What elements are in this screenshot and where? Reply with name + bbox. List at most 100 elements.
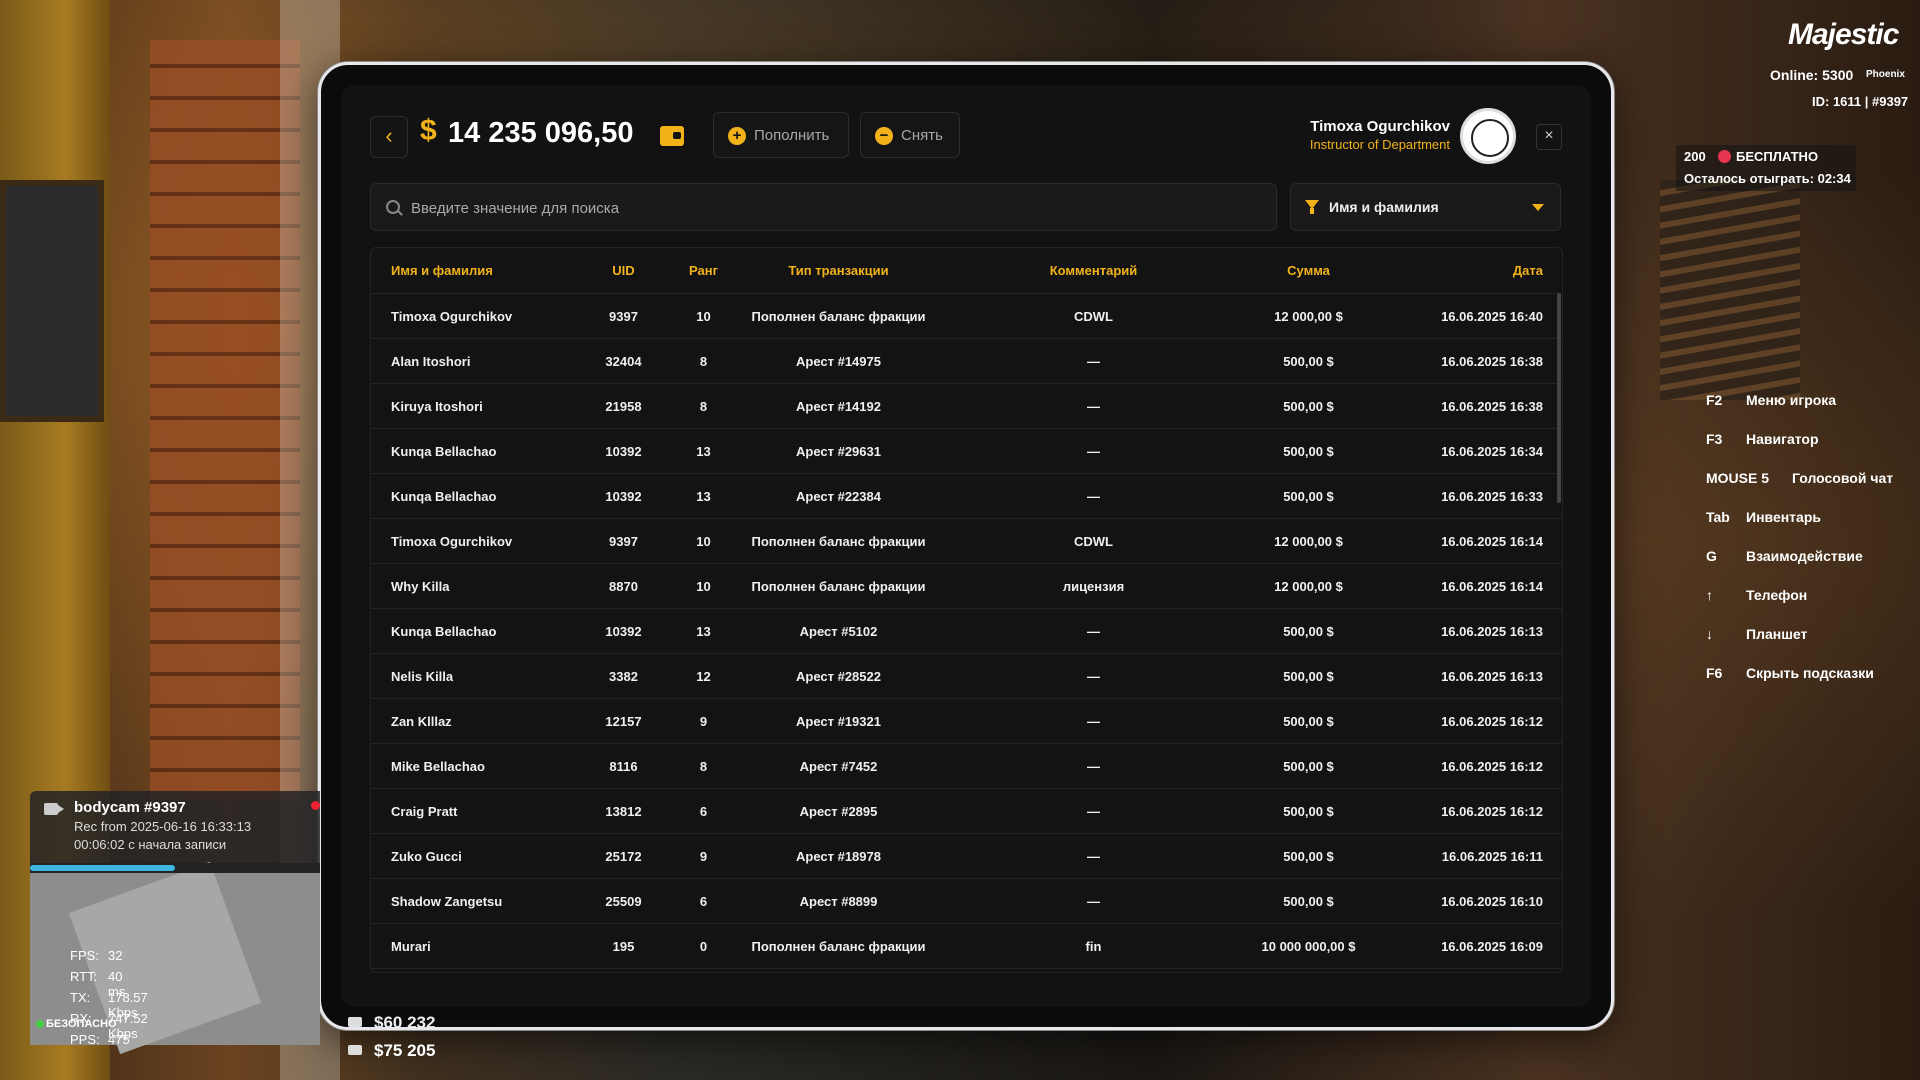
table-row[interactable]: Shadow Zangetsu 25509 6 Арест #8899 — 500,00 … xyxy=(371,879,1562,924)
header-sum[interactable]: Сумма xyxy=(1256,263,1361,278)
cell-sum: 500,00 $ xyxy=(1283,488,1334,504)
cell-sum: 500,00 $ xyxy=(1283,353,1334,369)
table-row[interactable]: Murari 195 0 Пополнен баланс фракции fin 10 0… xyxy=(371,924,1562,969)
table-scrollbar[interactable] xyxy=(1557,293,1561,503)
cell-name: Mike Bellachao xyxy=(391,758,485,774)
cell-type: Арест #7452 xyxy=(799,758,878,774)
cell-type: Пополнен баланс фракции xyxy=(751,578,926,594)
cash-icon xyxy=(348,1017,362,1027)
bank-screen: ‹ $ 14 235 096,50 + Пополнить − Снять Ti… xyxy=(341,85,1591,1007)
online-label: Online: xyxy=(1770,67,1819,83)
background-brick-column xyxy=(150,40,300,800)
table-row[interactable]: Timoxa Ogurchikov 9397 10 Пополнен баланс ф… xyxy=(371,294,1562,339)
withdraw-label: Снять xyxy=(901,127,943,144)
cell-date: 16.06.2025 16:40 xyxy=(1441,308,1543,324)
table-row[interactable]: Kunqa Bellachao 10392 13 Арест #29631 — 500,0… xyxy=(371,429,1562,474)
withdraw-button[interactable]: − Снять xyxy=(860,112,960,158)
keybind-hint: Tab Инвентарь xyxy=(1700,509,1910,548)
cell-uid: 8870 xyxy=(609,578,638,594)
filter-selected-value: Имя и фамилия xyxy=(1329,199,1439,215)
cell-rank: 6 xyxy=(699,893,708,909)
header-type[interactable]: Тип транзакции xyxy=(746,263,931,278)
search-input[interactable] xyxy=(409,184,1263,232)
cell-comment: — xyxy=(1087,758,1100,774)
header-date[interactable]: Дата xyxy=(1361,263,1561,278)
keybind-hints: F2 Меню игрока F3 Навигатор MOUSE 5 Голосовой… xyxy=(1700,392,1910,704)
cell-comment: — xyxy=(1087,623,1100,639)
keybind-hint: F3 Навигатор xyxy=(1700,431,1910,470)
cell-name: Kunqa Bellachao xyxy=(391,623,497,639)
cell-uid: 25509 xyxy=(605,893,642,909)
cell-type: Арест #28522 xyxy=(796,668,881,684)
cell-sum: 12 000,00 $ xyxy=(1274,578,1343,594)
cell-type: Арест #2895 xyxy=(799,803,878,819)
keybind-hint: G Взаимодействие xyxy=(1700,548,1910,587)
header-rank[interactable]: Ранг xyxy=(661,263,746,278)
header-uid[interactable]: UID xyxy=(586,263,661,278)
table-row[interactable]: Zan Klllaz 12157 9 Арест #19321 — 500,00 $ 16.… xyxy=(371,699,1562,744)
card-icon xyxy=(348,1045,362,1055)
bodycam-rec-start: Rec from 2025-06-16 16:33:13 xyxy=(74,819,252,834)
cell-name: Alan Itoshori xyxy=(391,353,471,369)
cell-sum: 500,00 $ xyxy=(1283,803,1334,819)
cell-rank: 6 xyxy=(699,803,708,819)
table-row[interactable]: Mike Bellachao 8116 8 Арест #7452 — 500,00 $ 1… xyxy=(371,744,1562,789)
search-icon xyxy=(386,200,400,214)
cell-date: 16.06.2025 16:38 xyxy=(1441,353,1543,369)
cell-uid: 12157 xyxy=(605,713,642,729)
cell-date: 16.06.2025 16:09 xyxy=(1441,938,1543,954)
cell-name: Why Killa xyxy=(391,578,450,594)
net-stat-key: TX: xyxy=(70,990,91,1005)
table-row[interactable]: Zuko Gucci 25172 9 Арест #18978 — 500,00 $ 16.… xyxy=(371,834,1562,879)
cell-comment: — xyxy=(1087,713,1100,729)
cell-name: Timoxa Ogurchikov xyxy=(391,308,513,324)
close-button[interactable]: × xyxy=(1536,124,1562,150)
table-row[interactable]: Why Killa 8870 10 Пополнен баланс фракции ли… xyxy=(371,564,1562,609)
cell-rank: 8 xyxy=(699,398,708,414)
table-row[interactable]: Kunqa Bellachao 10392 13 Арест #22384 — 500,0… xyxy=(371,474,1562,519)
keybind-key: MOUSE 5 xyxy=(1706,470,1770,486)
cell-date: 16.06.2025 16:13 xyxy=(1441,623,1543,639)
header-name[interactable]: Имя и фамилия xyxy=(371,263,586,278)
cell-rank: 8 xyxy=(699,353,708,369)
recording-dot-icon xyxy=(311,801,320,810)
cell-comment: CDWL xyxy=(1074,308,1113,324)
cell-sum: 12 000,00 $ xyxy=(1274,533,1343,549)
cell-name: Craig Pratt xyxy=(391,803,458,819)
table-row[interactable]: Alan Itoshori 32404 8 Арест #14975 — 500,00 $… xyxy=(371,339,1562,384)
cell-name: Shadow Zangetsu xyxy=(391,893,503,909)
promo-count: 200 xyxy=(1684,149,1706,164)
net-stat-value: 475 xyxy=(108,1032,130,1047)
table-header: Имя и фамилия UID Ранг Тип транзакции Ко… xyxy=(371,248,1562,294)
cell-sum: 500,00 $ xyxy=(1283,713,1334,729)
cell-date: 16.06.2025 16:10 xyxy=(1441,893,1543,909)
table-row[interactable]: Craig Pratt 13812 6 Арест #2895 — 500,00 $ 16.… xyxy=(371,789,1562,834)
keybind-label: Голосовой чат xyxy=(1792,470,1894,486)
keybind-hint: ↑ Телефон xyxy=(1700,587,1910,626)
plus-circle-icon: + xyxy=(728,127,746,145)
cell-comment: — xyxy=(1087,803,1100,819)
back-button[interactable]: ‹ xyxy=(370,116,408,158)
cell-uid: 10392 xyxy=(605,443,642,459)
table-row[interactable]: Nelis Killa 3382 12 Арест #28522 — 500,00 $ 16… xyxy=(371,654,1562,699)
net-stat-key: FPS: xyxy=(70,948,99,963)
cell-uid: 25172 xyxy=(605,848,642,864)
cell-rank: 8 xyxy=(699,758,708,774)
deposit-button[interactable]: + Пополнить xyxy=(713,112,849,158)
server-logo: Majestic xyxy=(1788,18,1899,51)
filter-select[interactable]: Имя и фамилия xyxy=(1290,183,1561,231)
table-row[interactable]: Timoxa Ogurchikov 9397 10 Пополнен баланс ф… xyxy=(371,519,1562,564)
cell-sum: 10 000 000,00 $ xyxy=(1261,938,1356,954)
cell-date: 16.06.2025 16:14 xyxy=(1441,578,1543,594)
keybind-key: F2 xyxy=(1706,392,1723,408)
cell-comment: лицензия xyxy=(1062,578,1125,594)
bank-value: $75 205 xyxy=(374,1041,436,1060)
table-row[interactable]: Kunqa Bellachao 10392 13 Арест #5102 — 500,00… xyxy=(371,609,1562,654)
cell-date: 16.06.2025 16:38 xyxy=(1441,398,1543,414)
cell-name: Nelis Killa xyxy=(391,668,454,684)
header-comment[interactable]: Комментарий xyxy=(931,263,1256,278)
cell-sum: 500,00 $ xyxy=(1283,758,1334,774)
table-body: Timoxa Ogurchikov 9397 10 Пополнен баланс ф… xyxy=(371,294,1562,969)
table-row[interactable]: Kiruya Itoshori 21958 8 Арест #14192 — 500,00… xyxy=(371,384,1562,429)
cell-type: Пополнен баланс фракции xyxy=(751,938,926,954)
